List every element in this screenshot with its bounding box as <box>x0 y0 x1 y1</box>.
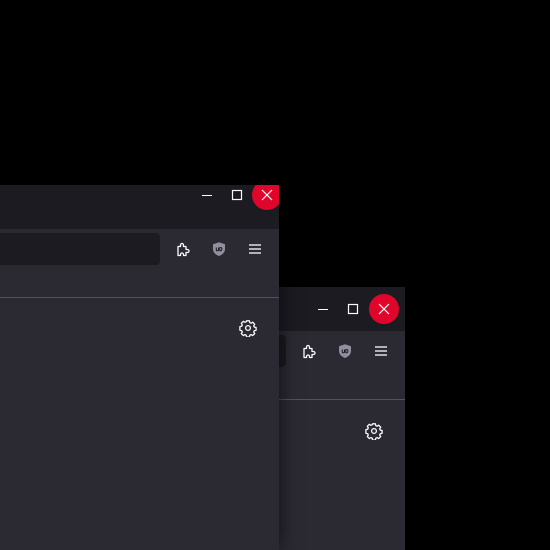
ublock-origin-icon <box>213 242 225 256</box>
menu-button[interactable] <box>368 338 394 364</box>
browser-window-front[interactable] <box>0 185 279 550</box>
title-bar[interactable] <box>262 287 405 331</box>
extensions-button[interactable] <box>170 236 196 262</box>
close-icon <box>378 303 390 315</box>
url-bar[interactable] <box>0 233 160 265</box>
menu-icon <box>375 346 387 356</box>
maximize-icon <box>231 189 243 201</box>
page-content <box>0 298 279 550</box>
minimize-icon <box>318 309 328 310</box>
page-content <box>262 400 405 550</box>
title-bar[interactable] <box>0 185 279 229</box>
menu-icon <box>249 244 261 254</box>
ublock-origin-button[interactable] <box>332 338 358 364</box>
bookmarks-toolbar <box>262 371 405 400</box>
gear-icon <box>365 423 383 440</box>
minimize-icon <box>202 195 212 196</box>
minimize-button[interactable] <box>193 185 221 209</box>
extensions-icon <box>303 344 316 359</box>
extensions-button[interactable] <box>296 338 322 364</box>
minimize-button[interactable] <box>309 295 337 323</box>
settings-button[interactable] <box>235 315 261 341</box>
gear-icon <box>239 320 257 337</box>
maximize-button[interactable] <box>339 295 367 323</box>
navigation-toolbar <box>0 229 279 269</box>
navigation-toolbar <box>262 331 405 371</box>
close-button[interactable] <box>252 185 279 210</box>
maximize-icon <box>347 303 359 315</box>
close-button[interactable] <box>369 294 399 324</box>
desktop <box>0 0 550 550</box>
close-icon <box>261 189 273 201</box>
bookmarks-toolbar <box>0 269 279 298</box>
maximize-button[interactable] <box>223 185 251 209</box>
menu-button[interactable] <box>242 236 268 262</box>
ublock-origin-button[interactable] <box>206 236 232 262</box>
extensions-icon <box>177 242 190 257</box>
ublock-origin-icon <box>339 344 351 358</box>
browser-window-back[interactable] <box>262 287 405 550</box>
settings-button[interactable] <box>361 418 387 444</box>
